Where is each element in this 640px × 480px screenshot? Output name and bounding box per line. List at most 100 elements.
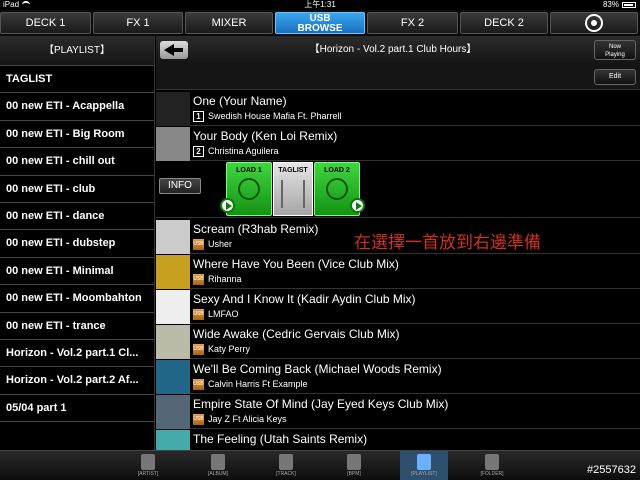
track-title: One (Your Name) — [193, 94, 287, 108]
battery-icon — [622, 1, 636, 8]
track-title: Empire State Of Mind (Jay Eyed Keys Club… — [193, 397, 449, 411]
folder-icon — [485, 454, 499, 470]
track-action-panel: INFO LOAD 1 TAGLIST LOAD 2 — [156, 162, 640, 218]
tab-bpm[interactable]: [BPM] — [330, 451, 378, 480]
list-icon — [417, 454, 431, 470]
tab-usb-line2: BROWSE — [297, 23, 343, 34]
link-icon — [585, 14, 603, 32]
track-title: Sexy And I Know It (Kadir Aydin Club Mix… — [193, 292, 416, 306]
track-row[interactable]: Wide Awake (Cedric Gervais Club Mix) USB… — [156, 325, 640, 359]
playlist-item[interactable]: 00 new ETI - Moombahton — [0, 285, 154, 313]
back-button[interactable] — [160, 41, 188, 59]
fader-icon — [281, 180, 305, 208]
track-title: The Feeling (Utah Saints Remix) — [193, 432, 368, 446]
playlist-item[interactable]: 00 new ETI - Big Room — [0, 121, 154, 149]
playlist-item-taglist[interactable]: TAGLIST — [0, 66, 154, 94]
status-time: 上午1:31 — [304, 0, 336, 9]
track-row[interactable]: Empire State Of Mind (Jay Eyed Keys Club… — [156, 395, 640, 429]
playlist-item[interactable]: 00 new ETI - trance — [0, 313, 154, 340]
track-row-selected[interactable]: Your Body (Ken Loi Remix) 2 Christina Ag… — [156, 127, 640, 161]
playlist-item[interactable]: 00 new ETI - Minimal — [0, 258, 154, 286]
album-art — [156, 127, 190, 161]
track-artist: Jay Z Ft Alicia Keys — [208, 414, 287, 424]
tab-folder[interactable]: [FOLDER] — [468, 451, 516, 480]
track-row[interactable]: Where Have You Been (Vice Club Mix) USB … — [156, 255, 640, 289]
tab-usb-browse[interactable]: USB BROWSE — [275, 12, 365, 34]
playlist-item[interactable]: 00 new ETI - dance — [0, 203, 154, 231]
album-art — [156, 290, 190, 324]
play-icon[interactable] — [350, 198, 365, 213]
track-title: Your Body (Ken Loi Remix) — [193, 129, 338, 143]
track-artist: Katy Perry — [208, 344, 251, 354]
file-type-icon: USB — [193, 239, 204, 250]
track-artist: Usher — [208, 239, 233, 249]
track-title: Scream (R3hab Remix) — [193, 222, 319, 236]
taglist-button[interactable]: TAGLIST — [273, 162, 313, 216]
track-title: Wide Awake (Cedric Gervais Club Mix) — [193, 327, 400, 341]
tab-fx-1[interactable]: FX 1 — [93, 12, 183, 34]
playlist-item[interactable]: Horizon - Vol.2 part.1 Cl... — [0, 340, 154, 368]
album-art — [156, 395, 190, 429]
edit-button[interactable]: Edit — [594, 69, 636, 85]
album-art — [156, 220, 190, 254]
loaded-deck-indicator: 1 — [193, 111, 204, 122]
track-title: We'll Be Coming Back (Michael Woods Remi… — [193, 362, 442, 376]
jog-icon — [326, 178, 348, 200]
tab-deck-1[interactable]: DECK 1 — [0, 12, 91, 34]
album-art — [156, 430, 190, 450]
annotation-text: 在選擇一首放到右邊準備 — [354, 233, 541, 252]
now-playing-button[interactable]: Now Playing — [594, 40, 636, 60]
status-bar: iPad 上午1:31 83% — [0, 0, 640, 10]
edit-bar: Edit — [156, 64, 640, 90]
track-artist: Calvin Harris Ft Example — [208, 379, 308, 389]
play-icon[interactable] — [220, 198, 235, 213]
album-art — [156, 255, 190, 289]
tab-track[interactable]: [TRACK] — [262, 451, 310, 480]
track-pane-header: 【Horizon - Vol.2 part.1 Club Hours】 Now … — [156, 36, 640, 64]
disc-icon — [211, 454, 225, 470]
tab-album[interactable]: [ALBUM] — [194, 451, 242, 480]
watermark: #2557632 — [587, 464, 636, 476]
info-button[interactable]: INFO — [159, 178, 201, 194]
playlist-item[interactable]: 05/04 part 1 — [0, 395, 154, 423]
track-row[interactable]: We'll Be Coming Back (Michael Woods Remi… — [156, 360, 640, 394]
playlist-item[interactable]: Horizon - Vol.2 part.2 Af... — [0, 367, 154, 395]
status-battery: 83% — [603, 0, 636, 10]
music-note-icon — [279, 454, 293, 470]
track-row[interactable]: One (Your Name) 1 Swedish House Mafia Ft… — [156, 92, 640, 126]
playlist-item[interactable]: 00 new ETI - Acappella — [0, 93, 154, 121]
track-artist: Rihanna — [208, 274, 242, 284]
track-artist: LMFAO — [208, 309, 239, 319]
playlist-item[interactable]: 00 new ETI - dubstep — [0, 230, 154, 258]
playlist-pane: 【PLAYLIST】 TAGLIST 00 new ETI - Acappell… — [0, 36, 155, 450]
track-row[interactable]: The Feeling (Utah Saints Remix) — [156, 430, 640, 450]
file-type-icon: USB — [193, 309, 204, 320]
playlist-item[interactable]: 00 new ETI - club — [0, 176, 154, 203]
person-icon — [141, 454, 155, 470]
tab-deck-2[interactable]: DECK 2 — [460, 12, 548, 34]
album-art — [156, 92, 190, 126]
file-type-icon: USB — [193, 379, 204, 390]
tab-playlist[interactable]: [PLAYLIST] — [400, 451, 448, 480]
tab-link[interactable] — [550, 12, 638, 34]
track-artist: Christina Aguilera — [208, 146, 279, 156]
tab-fx-2[interactable]: FX 2 — [367, 12, 458, 34]
playlist-header: 【PLAYLIST】 — [0, 36, 154, 66]
top-tab-bar: DECK 1 FX 1 MIXER USB BROWSE FX 2 DECK 2 — [0, 10, 640, 36]
track-artist: Swedish House Mafia Ft. Pharrell — [208, 111, 342, 121]
bottom-tab-bar: [ARTIST] [ALBUM] [TRACK] [BPM] [PLAYLIST… — [0, 450, 640, 480]
playlist-item[interactable]: 00 new ETI - chill out — [0, 148, 154, 176]
loaded-deck-indicator: 2 — [193, 146, 204, 157]
metronome-icon — [347, 454, 361, 470]
album-art — [156, 325, 190, 359]
file-type-icon: USB — [193, 274, 204, 285]
tab-mixer[interactable]: MIXER — [185, 12, 273, 34]
track-row[interactable]: Sexy And I Know It (Kadir Aydin Club Mix… — [156, 290, 640, 324]
tab-artist[interactable]: [ARTIST] — [124, 451, 172, 480]
file-type-icon: USB — [193, 414, 204, 425]
album-art — [156, 360, 190, 394]
file-type-icon: USB — [193, 344, 204, 355]
jog-icon — [238, 178, 260, 200]
track-title: Where Have You Been (Vice Club Mix) — [193, 257, 399, 271]
playlist-title: 【Horizon - Vol.2 part.1 Club Hours】 — [309, 44, 477, 55]
